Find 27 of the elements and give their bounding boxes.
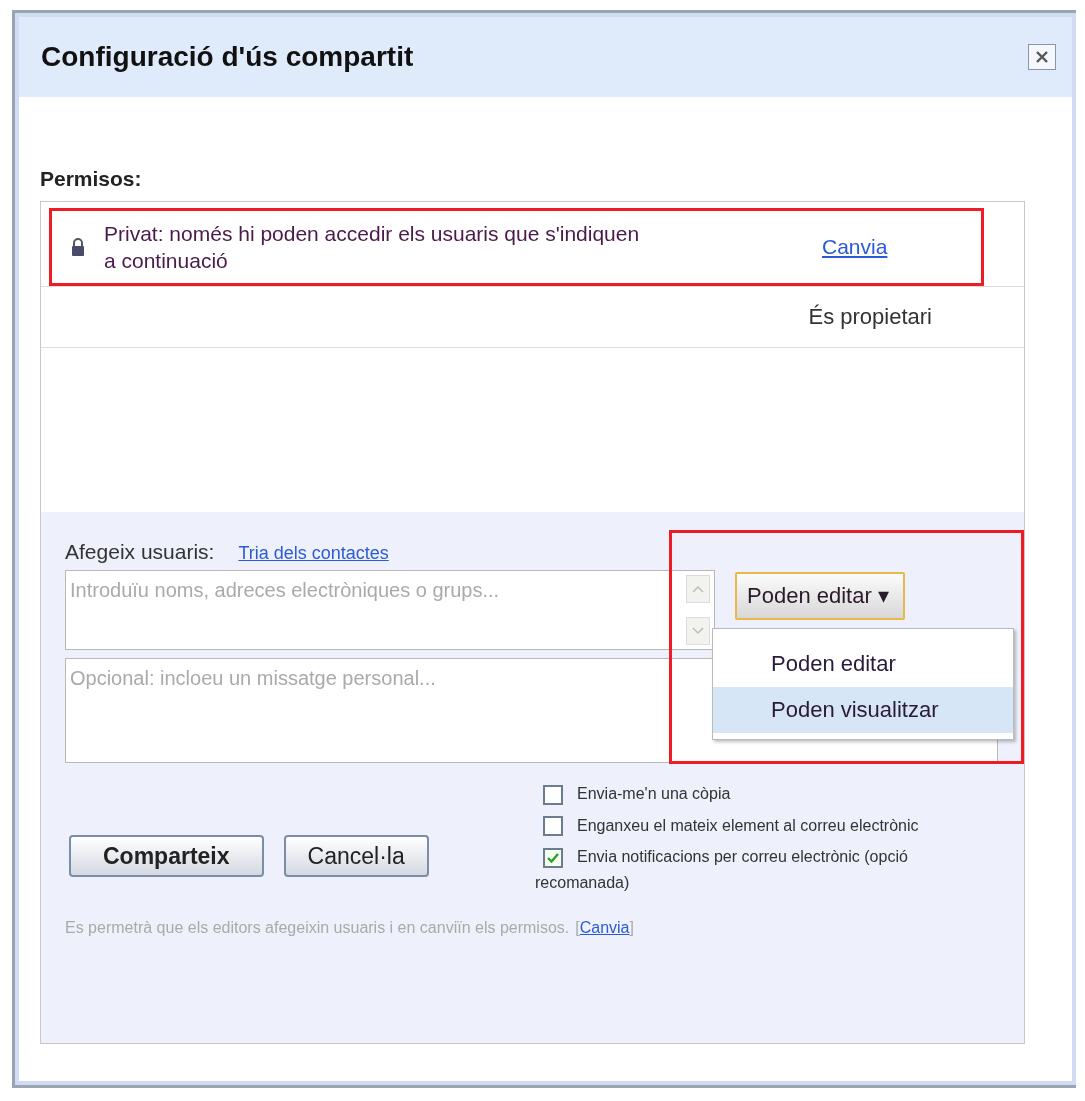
check-icon <box>546 851 560 864</box>
owner-role-text: És propietari <box>808 304 932 330</box>
checkbox-label[interactable]: Enganxeu el mateix element al correu electrònic <box>535 812 975 839</box>
privacy-text: Privat: només hi poden accedir els usuaris que s'indiquen a continuació <box>104 220 641 274</box>
change-link[interactable]: Canvia <box>822 235 888 259</box>
lock-icon <box>70 238 86 256</box>
checkbox[interactable] <box>543 847 563 868</box>
chevron-up-icon <box>692 585 704 593</box>
permission-dropdown-button[interactable]: Poden editar ▾ <box>735 572 905 620</box>
menu-item[interactable]: Poden editar <box>713 641 1013 687</box>
dialog-title: Configuració d'ús compartit <box>41 41 414 73</box>
bracket: ] <box>629 919 634 937</box>
close-icon <box>1034 49 1050 65</box>
checkbox[interactable] <box>543 784 563 805</box>
choose-contacts-link[interactable]: Tria dels contactes <box>238 543 389 564</box>
add-users-label: Afegeix usuaris: <box>65 540 215 564</box>
bracket: [ <box>575 919 580 937</box>
share-button[interactable]: Comparteix <box>69 835 264 878</box>
permissions-label: Permisos: <box>40 167 143 191</box>
checkbox[interactable] <box>543 816 563 837</box>
chevron-down-icon <box>692 627 704 635</box>
checkbox-label[interactable]: Envia-me'n una còpia <box>535 781 975 807</box>
close-button[interactable] <box>1028 44 1056 70</box>
menu-item[interactable]: Poden visualitzar <box>713 687 1013 733</box>
note-text: Es permetrà que els editors afegeixin usuaris i en canviïn els permisos. <box>65 919 570 938</box>
cancel-button[interactable]: Cancel·la <box>283 835 429 878</box>
checkbox-label[interactable]: Envia notificacions per correu electrònic (opció recomanada) <box>535 844 975 896</box>
